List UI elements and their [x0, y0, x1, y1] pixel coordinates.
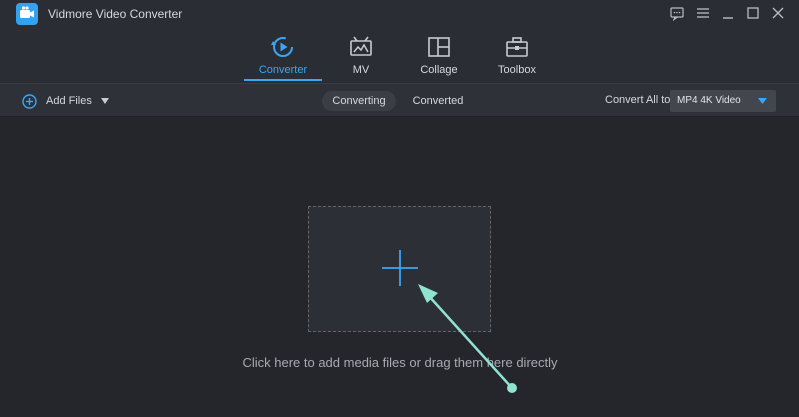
tab-collage-label: Collage [420, 64, 458, 76]
tab-converted[interactable]: Converted [403, 91, 473, 111]
plus-icon [381, 249, 419, 287]
add-files-button[interactable]: Add Files [22, 92, 109, 110]
tab-converter-label: Converter [258, 64, 308, 76]
add-circle-icon [22, 93, 37, 109]
maximize-icon[interactable] [745, 5, 761, 21]
active-tab-indicator [244, 79, 322, 81]
collage-icon [427, 36, 451, 58]
app-title: Vidmore Video Converter [48, 7, 183, 21]
converter-icon [271, 36, 295, 58]
toolbar: Add Files Converting Converted Convert A… [0, 83, 799, 117]
close-icon[interactable] [770, 5, 786, 21]
tab-converting[interactable]: Converting [322, 91, 396, 111]
output-format-value: MP4 4K Video [677, 95, 741, 106]
tab-mv[interactable]: MV [321, 32, 401, 82]
feedback-icon[interactable] [669, 5, 685, 21]
dropzone-hint: Click here to add media files or drag th… [242, 355, 558, 370]
output-format-select[interactable]: MP4 4K Video [670, 90, 776, 112]
mv-icon [349, 36, 373, 58]
toolbox-icon [505, 36, 529, 58]
title-bar: Vidmore Video Converter Converter MV Col… [0, 0, 799, 83]
menu-icon[interactable] [695, 5, 711, 21]
dropdown-arrow-icon [758, 98, 767, 104]
convert-all-label: Convert All to: [605, 94, 674, 106]
video-camera-icon [16, 3, 38, 25]
minimize-icon[interactable] [720, 5, 736, 21]
chevron-down-icon[interactable] [100, 98, 109, 104]
add-files-label: Add Files [46, 95, 92, 107]
tab-collage[interactable]: Collage [399, 32, 479, 82]
tab-converter[interactable]: Converter [243, 32, 323, 82]
app-window: Vidmore Video Converter Converter MV Col… [0, 0, 799, 417]
tab-toolbox-label: Toolbox [498, 64, 536, 76]
tab-toolbox[interactable]: Toolbox [477, 32, 557, 82]
tab-mv-label: MV [352, 64, 370, 76]
add-media-dropzone[interactable] [308, 206, 491, 332]
